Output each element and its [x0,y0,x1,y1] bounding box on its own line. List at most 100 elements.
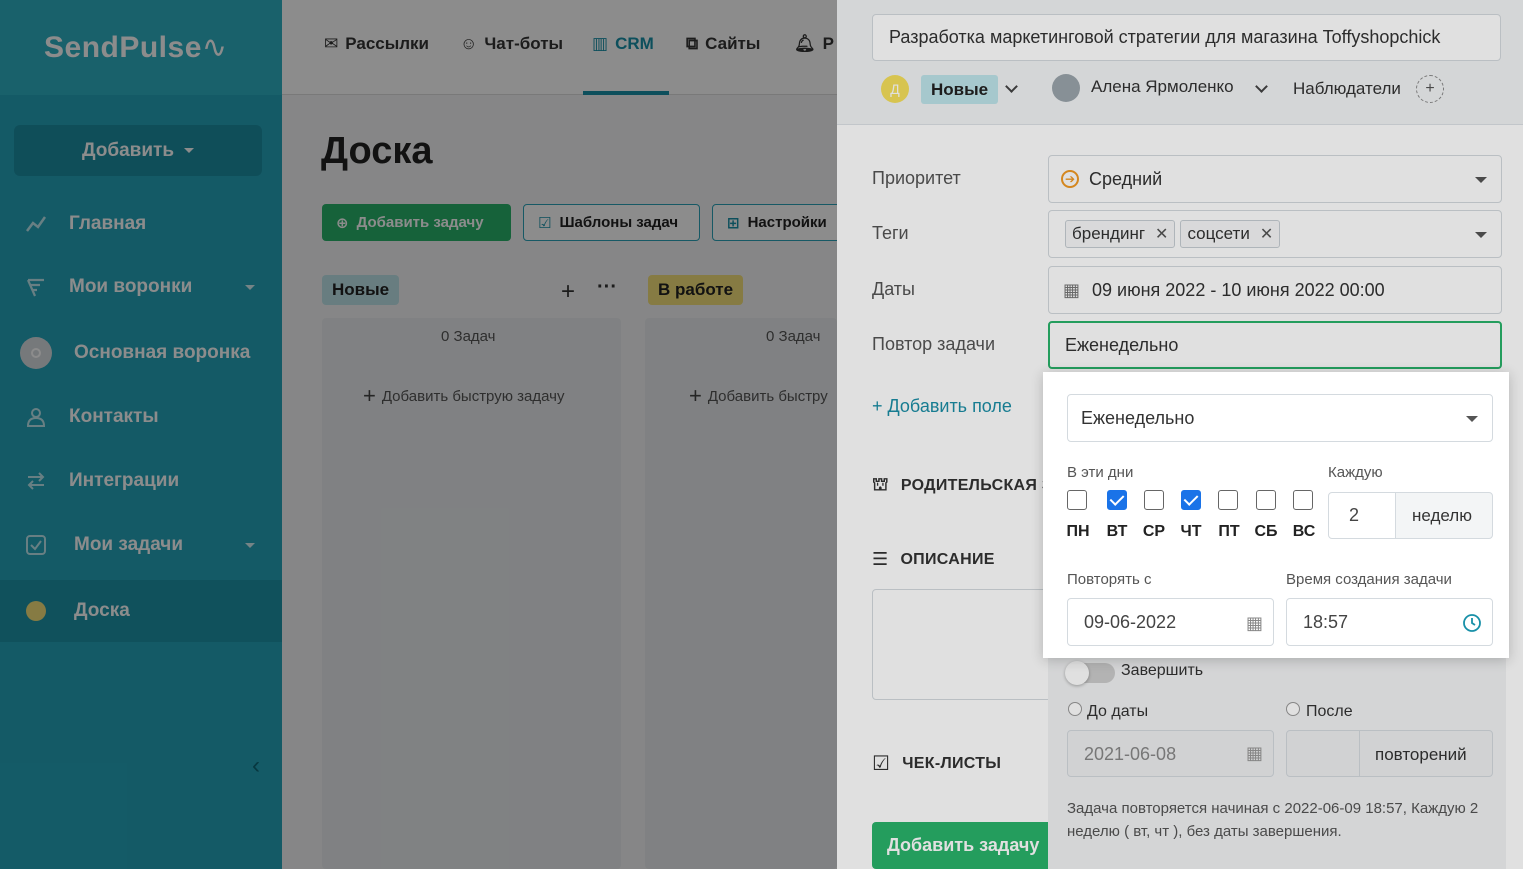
observers-label: Наблюдатели [1293,79,1401,98]
chevron-down-icon[interactable] [1255,80,1268,93]
assignee-name[interactable]: Алена Ярмоленко [1091,77,1234,97]
every-unit-label: неделю [1395,492,1493,539]
column-count: 0 Задач [441,328,496,345]
caret-down-icon [1475,232,1487,238]
nav-chatbots[interactable]: ☺ Чат-боты [460,34,563,54]
task-title-input[interactable]: Разработка маркетинговой стратегии для м… [872,14,1501,61]
tags-label: Теги [872,223,909,243]
checklists-section[interactable]: ☑ ЧЕК-ЛИСТЫ [872,751,1001,776]
task-templates-button[interactable]: ☑ Шаблоны задач [523,204,700,241]
day-checkbox-mon[interactable] [1067,490,1087,510]
until-date-radio[interactable] [1068,702,1082,716]
dot-icon [24,599,48,623]
frequency-value: Еженедельно [1081,408,1195,428]
day-checkbox-sat[interactable] [1256,490,1276,510]
sidebar-item-label: Контакты [69,406,159,427]
day-checkbox-wed[interactable] [1144,490,1164,510]
after-radio[interactable] [1286,702,1300,716]
column-tag-in-progress: В работе [648,275,744,305]
day-label: ПТ [1218,523,1240,540]
sidebar-item-label: Мои задачи [74,534,184,555]
until-date-value: 2021-06-08 [1084,744,1177,764]
sidebar-item-integrations[interactable]: Интеграции [0,453,282,509]
add-column-icon[interactable]: + [561,278,575,306]
sidebar-item-contacts[interactable]: Контакты [0,389,282,445]
creation-time-input[interactable]: 18:57 [1286,598,1493,646]
repeat-count-input[interactable] [1286,730,1360,777]
calendar-icon[interactable]: ▦ [1246,613,1263,634]
nav-label: Рассылки [345,34,430,53]
day-checkbox-thu[interactable] [1181,490,1201,510]
sidebar-item-main-funnel[interactable]: Основная воронка [0,325,282,381]
priority-value: Средний [1089,168,1163,189]
add-observer-button[interactable]: + [1416,75,1444,103]
every-number-input[interactable]: 2 [1328,492,1396,539]
sidebar-item-label: Мои воронки [69,276,193,297]
avatar-circle-icon [20,337,52,369]
panel-header: Разработка маркетинговой стратегии для м… [837,0,1523,125]
calendar-icon: ▦ [1245,743,1263,763]
collapse-sidebar-icon[interactable]: ‹ [252,752,260,780]
chart-line-icon [24,212,48,236]
hierarchy-icon: ⛫ [872,474,889,494]
avatar [1052,74,1080,102]
priority-medium-icon: ➔ [1061,170,1079,188]
repeat-from-label: Повторять с [1067,571,1152,588]
nav-mailings[interactable]: ✉ Рассылки [324,34,429,54]
priority-select[interactable]: ➔ Средний [1048,155,1502,203]
day-checkbox-sun[interactable] [1293,490,1313,510]
logo[interactable]: SendPulse∿ [0,0,282,95]
day-label: СР [1142,523,1166,540]
parent-task-section[interactable]: ⛫ РОДИТЕЛЬСКАЯ З [872,474,1052,498]
remove-tag-icon[interactable]: ✕ [1155,224,1168,244]
caret-down-icon [1466,416,1478,422]
quick-add-task[interactable]: + Добавить быстру [689,383,837,409]
nav-crm[interactable]: ▥ CRM [592,34,654,54]
tag-chip: соцсети ✕ [1180,220,1281,248]
sidebar-item-label: Интеграции [69,470,180,491]
frequency-select[interactable]: Еженедельно [1067,394,1493,442]
creation-time-label: Время создания задачи [1286,571,1452,588]
tags-field[interactable]: брендинг ✕ соцсети ✕ [1048,210,1502,258]
repeat-value: Еженедельно [1065,334,1179,355]
after-label: После [1306,703,1353,720]
status-badge[interactable]: Новые [921,75,999,104]
sidebar-item-board[interactable]: Доска [0,580,282,642]
button-label: Добавить задачу [356,214,484,231]
nav-notifications[interactable]: 🔔︎ Р [794,34,834,54]
description-section: ☰ ОПИСАНИЕ [872,549,995,570]
status-avatar: Д [881,75,909,103]
repeat-field[interactable]: Еженедельно [1048,321,1502,369]
column-tag-new: Новые [322,275,400,305]
tag-chip: брендинг ✕ [1065,220,1176,248]
day-label: ВТ [1106,523,1128,540]
nav-label: Сайты [705,34,761,53]
tag-label: брендинг [1072,224,1146,243]
sidebar-add-button[interactable]: Добавить [14,125,262,176]
chat-icon: ☺ [460,34,478,53]
day-label: ВС [1292,523,1316,540]
repeat-label: Повтор задачи [872,334,995,354]
more-icon[interactable]: ··· [597,276,617,299]
clock-icon[interactable] [1462,613,1482,638]
day-checkbox-fri[interactable] [1218,490,1238,510]
description-input[interactable] [872,589,1072,700]
until-date-input[interactable]: 2021-06-08 ▦ [1067,730,1274,777]
chevron-down-icon[interactable] [1005,80,1018,93]
finish-toggle[interactable] [1065,661,1115,685]
dates-field[interactable]: ▦ 09 июня 2022 - 10 июня 2022 00:00 [1048,266,1502,314]
sidebar-item-funnels[interactable]: Мои воронки [0,259,282,315]
pulse-icon: ∿ [201,31,228,64]
sidebar-item-home[interactable]: Главная [0,196,282,252]
quick-add-task[interactable]: + Добавить быструю задачу [363,383,564,409]
remove-tag-icon[interactable]: ✕ [1260,224,1273,244]
sidebar-item-my-tasks[interactable]: Мои задачи [0,517,282,573]
add-field-link[interactable]: + Добавить поле [872,396,1012,417]
nav-sites[interactable]: ⧉ Сайты [686,34,760,54]
board-settings-button[interactable]: ⊞ Настройки [712,204,842,241]
caret-down-icon [245,543,255,548]
dates-value: 09 июня 2022 - 10 июня 2022 00:00 [1092,279,1385,300]
repeat-from-input[interactable]: 09-06-2022 ▦ [1067,598,1274,646]
day-checkbox-tue[interactable] [1107,490,1127,510]
add-task-button[interactable]: ⊕ Добавить задачу [322,204,511,241]
